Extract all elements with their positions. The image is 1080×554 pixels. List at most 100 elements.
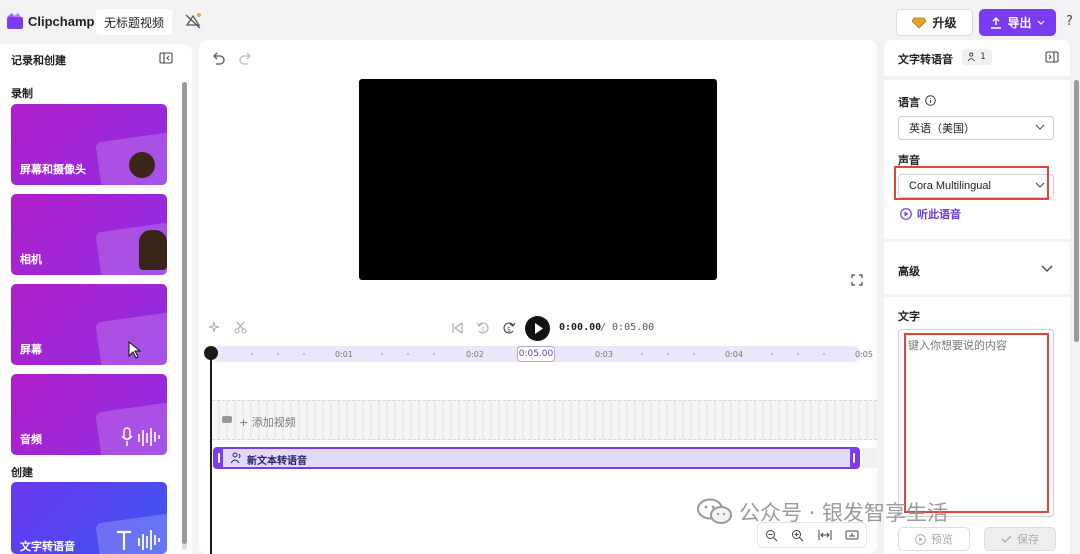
skip-to-start-icon[interactable] (451, 322, 464, 334)
app-name: Clipchamp (28, 14, 95, 29)
scrollbar-thumb[interactable] (182, 82, 187, 544)
zoom-in-icon[interactable] (791, 529, 804, 542)
text-to-speech-icon (117, 530, 160, 550)
preview-button[interactable]: 预览 (898, 527, 970, 551)
tts-clip[interactable]: 新文本转语音 (213, 447, 860, 469)
advanced-section[interactable]: 高级 (884, 242, 1070, 294)
play-icon (534, 323, 543, 334)
microphone-icon (121, 427, 160, 446)
tick-label: 0:01 (335, 350, 353, 359)
listen-voice-button[interactable]: 听此语音 (900, 206, 961, 222)
ruler-dot (251, 353, 253, 355)
card-label: 文字转语音 (20, 540, 75, 553)
ruler-dot (693, 353, 695, 355)
upgrade-button[interactable]: 升级 (896, 9, 973, 36)
card-camera[interactable]: 相机 (11, 194, 167, 275)
listen-label: 听此语音 (917, 208, 961, 221)
card-label: 音频 (20, 433, 42, 446)
language-label: 语言 (898, 96, 920, 109)
checkmark-icon (1001, 535, 1012, 543)
section-record-label: 录制 (11, 87, 33, 100)
zoom-out-icon[interactable] (765, 529, 778, 542)
time-badge: 0:05.00 (517, 346, 555, 362)
tts-properties-panel: 文字转语音 1 语言 英语（美国） 声音 Cora Multilingual 听… (884, 40, 1079, 554)
export-button[interactable]: 导出 (979, 9, 1056, 36)
chevron-down-icon (1041, 265, 1053, 272)
sync-off-icon[interactable] (184, 12, 202, 30)
chevron-down-icon (1037, 20, 1044, 25)
ruler-dot (277, 353, 279, 355)
ruler-dot (667, 353, 669, 355)
language-value: 英语（美国） (909, 122, 975, 135)
ruler-dot (771, 353, 773, 355)
redo-icon[interactable] (239, 52, 253, 66)
avatar (129, 152, 155, 178)
record-create-panel: 记录和创建 录制 屏幕和摄像头 相机 屏幕 音频 创建 文字转语音 (0, 44, 192, 554)
collapse-panel-icon[interactable] (159, 52, 173, 64)
wechat-icon (697, 498, 732, 524)
svg-text:5: 5 (481, 327, 485, 334)
ruler-dot (823, 353, 825, 355)
undo-icon[interactable] (211, 52, 225, 66)
card-screen[interactable]: 屏幕 (11, 284, 167, 365)
fullscreen-icon[interactable] (851, 274, 863, 286)
clip-count: 1 (980, 52, 986, 62)
magic-wand-icon[interactable] (208, 321, 221, 334)
voice-icon (231, 452, 241, 464)
help-button[interactable]: ? (1066, 14, 1073, 29)
ruler-dot (641, 353, 643, 355)
clip-label: 新文本转语音 (247, 456, 307, 467)
play-circle-icon (900, 208, 912, 220)
save-button[interactable]: 保存 (984, 527, 1056, 551)
project-title[interactable]: 无标题视频 (96, 9, 172, 35)
diamond-icon (912, 17, 927, 29)
card-text-to-speech[interactable]: 文字转语音 (11, 482, 167, 554)
clip-trim-handle-left[interactable] (215, 449, 223, 467)
rewind-5-icon[interactable]: 5 (476, 321, 490, 335)
play-button[interactable] (525, 316, 550, 341)
ruler-dot (433, 353, 435, 355)
chevron-down-icon (1035, 124, 1045, 130)
editor-area: 5 5 0:00.00 / 0:05.00 0:01 0:02 0:03 0:0… (199, 40, 877, 554)
ruler-dot (407, 353, 409, 355)
scrollbar-thumb[interactable] (1074, 80, 1079, 342)
add-video-label[interactable]: + 添加视频 (239, 414, 296, 430)
voice-icon (968, 52, 976, 62)
avatar (139, 230, 167, 270)
upgrade-label: 升级 (932, 16, 957, 30)
scissors-icon[interactable] (234, 321, 247, 334)
panel-header: 文字转语音 1 (884, 40, 1070, 76)
info-icon[interactable] (925, 95, 936, 106)
advanced-label: 高级 (898, 265, 920, 278)
ruler-dot (303, 353, 305, 355)
video-icon (222, 416, 232, 423)
video-preview[interactable] (359, 79, 717, 280)
export-label: 导出 (1007, 16, 1032, 30)
playhead-line[interactable] (210, 358, 212, 554)
total-time: / 0:05.00 (600, 322, 655, 333)
clip-trim-handle-right[interactable] (850, 449, 858, 467)
fit-width-icon[interactable] (818, 529, 832, 541)
panel-title: 文字转语音 (898, 53, 953, 66)
voice-settings-section: 语言 英语（美国） 声音 Cora Multilingual 听此语音 (884, 80, 1070, 239)
save-label: 保存 (1017, 533, 1039, 546)
video-track[interactable]: + 添加视频 (212, 400, 877, 440)
clip-count-badge: 1 (962, 49, 992, 65)
text-label: 文字 (898, 310, 920, 323)
card-audio[interactable]: 音频 (11, 374, 167, 455)
cursor-icon (128, 341, 142, 359)
highlight-box (904, 333, 1049, 513)
top-bar: Clipchamp 无标题视频 升级 导出 ? (0, 0, 1080, 44)
card-label: 屏幕和摄像头 (20, 163, 86, 176)
card-screen-and-camera[interactable]: 屏幕和摄像头 (11, 104, 167, 185)
forward-5-icon[interactable]: 5 (502, 321, 516, 335)
collapse-panel-icon[interactable] (1045, 51, 1059, 63)
tick-label: 0:04 (725, 350, 743, 359)
tick-label: 0:02 (466, 350, 484, 359)
caption-icon[interactable] (845, 529, 859, 541)
tick-label: 0:03 (595, 350, 613, 359)
track-remainder (862, 448, 877, 468)
card-label: 相机 (20, 253, 42, 266)
language-select[interactable]: 英语（美国） (898, 116, 1054, 140)
card-label: 屏幕 (20, 343, 42, 356)
